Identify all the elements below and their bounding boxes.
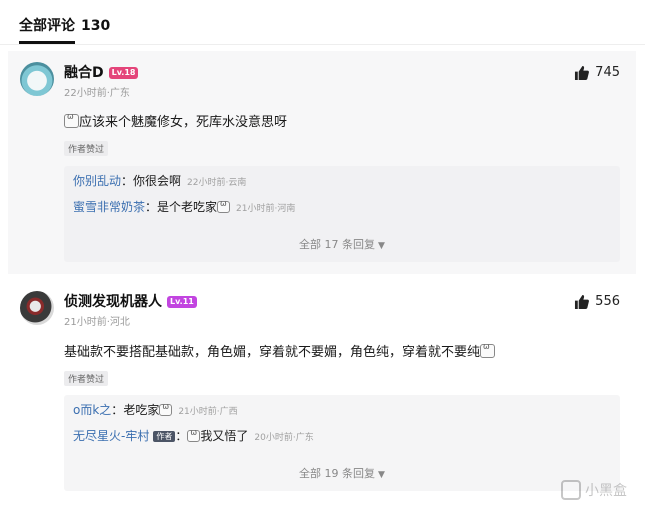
header-divider [0, 44, 645, 45]
username[interactable]: 侦测发现机器人 Lv.11 [64, 291, 197, 311]
reply-time: 21小时前·广西 [178, 407, 238, 417]
avatar[interactable] [20, 62, 54, 96]
reply-separator: ： [111, 403, 124, 417]
reply-text: 是个老吃家 [157, 200, 218, 214]
watermark: 小黑盒 [561, 480, 627, 500]
watermark-text: 小黑盒 [585, 483, 627, 499]
comment-card: 融合D Lv.18 22小时前·广东 745 应该来个魅魔修女，死库水没意思呀 作… [8, 51, 636, 274]
like-button[interactable]: 745 [574, 65, 620, 80]
author-liked-tag: 作者赞过 [64, 371, 109, 386]
thumbs-up-icon [575, 294, 590, 309]
reply-box: 你别乱动：你很会啊22小时前·云南 蜜雪非常奶茶：是个老吃家21小时前·河南 全… [64, 166, 620, 262]
heybox-logo-icon [561, 480, 581, 500]
author-liked-tag: 作者赞过 [64, 141, 109, 156]
reply-item: o而k之：老吃家 21小时前·广西 [73, 401, 238, 418]
reply-text: 你很会啊 [133, 174, 182, 188]
level-badge: Lv.18 [108, 67, 139, 79]
reply-username[interactable]: 蜜雪非常奶茶 [73, 200, 145, 214]
comment-meta: 22小时前·广东 [64, 88, 130, 99]
caret-down-icon: ▼ [378, 241, 385, 251]
reply-time: 21小时前·河南 [236, 204, 296, 214]
thumbs-up-icon [575, 65, 590, 80]
emoji-icon [480, 342, 496, 358]
reply-separator: ： [175, 429, 188, 443]
username[interactable]: 融合D Lv.18 [64, 62, 139, 82]
reply-separator: ： [145, 200, 158, 214]
username-text[interactable]: 侦测发现机器人 [64, 294, 162, 310]
caret-down-icon: ▼ [378, 470, 385, 480]
comments-title: 全部评论 [19, 18, 75, 34]
reply-item: 你别乱动：你很会啊 22小时前·云南 [73, 172, 246, 189]
comments-count: 130 [81, 18, 111, 34]
comment-text: 基础款不要搭配基础款，角色媚，穿着就不要媚，角色纯，穿着就不要纯 [64, 345, 481, 360]
reply-item: 无尽星火-牢村作者： 我又悟了 20小时前·广东 [73, 427, 314, 444]
reply-text: 老吃家 [123, 403, 160, 417]
expand-replies-label[interactable]: 全部 17 条回复 [299, 238, 375, 251]
emoji-icon [159, 402, 173, 416]
reply-text: 我又悟了 [200, 429, 249, 443]
comment-meta: 21小时前·河北 [64, 317, 130, 328]
expand-replies-button[interactable]: 全部 17 条回复 ▼ [64, 236, 620, 252]
reply-time: 20小时前·广东 [254, 433, 314, 443]
comment-content: 基础款不要搭配基础款，角色媚，穿着就不要媚，角色纯，穿着就不要纯 [64, 341, 496, 360]
expand-replies-label[interactable]: 全部 19 条回复 [299, 467, 375, 480]
like-count: 745 [595, 65, 620, 80]
reply-item: 蜜雪非常奶茶：是个老吃家 21小时前·河南 [73, 198, 295, 215]
level-badge: Lv.11 [167, 296, 197, 308]
comment-content: 应该来个魅魔修女，死库水没意思呀 [64, 111, 287, 130]
reply-separator: ： [121, 174, 134, 188]
emoji-icon [217, 199, 231, 213]
emoji-icon [187, 428, 201, 442]
comment-card: 侦测发现机器人 Lv.11 21小时前·河北 556 基础款不要搭配基础款，角色媚… [8, 280, 636, 512]
reply-box: o而k之：老吃家21小时前·广西 无尽星火-牢村作者：我又悟了20小时前·广东 … [64, 395, 620, 491]
author-badge: 作者 [153, 431, 176, 442]
emoji-icon [64, 112, 79, 128]
username-text[interactable]: 融合D [64, 65, 104, 81]
reply-username[interactable]: o而k之 [73, 403, 111, 417]
like-count: 556 [595, 294, 620, 309]
expand-replies-button[interactable]: 全部 19 条回复 ▼ [64, 465, 620, 481]
reply-username[interactable]: 你别乱动 [73, 174, 121, 188]
comment-text: 应该来个魅魔修女，死库水没意思呀 [79, 115, 288, 130]
reply-username[interactable]: 无尽星火-牢村 [73, 429, 149, 443]
avatar[interactable] [20, 291, 54, 325]
comments-header: 全部评论 130 [19, 15, 110, 35]
like-button[interactable]: 556 [574, 294, 620, 309]
reply-time: 22小时前·云南 [187, 178, 247, 188]
